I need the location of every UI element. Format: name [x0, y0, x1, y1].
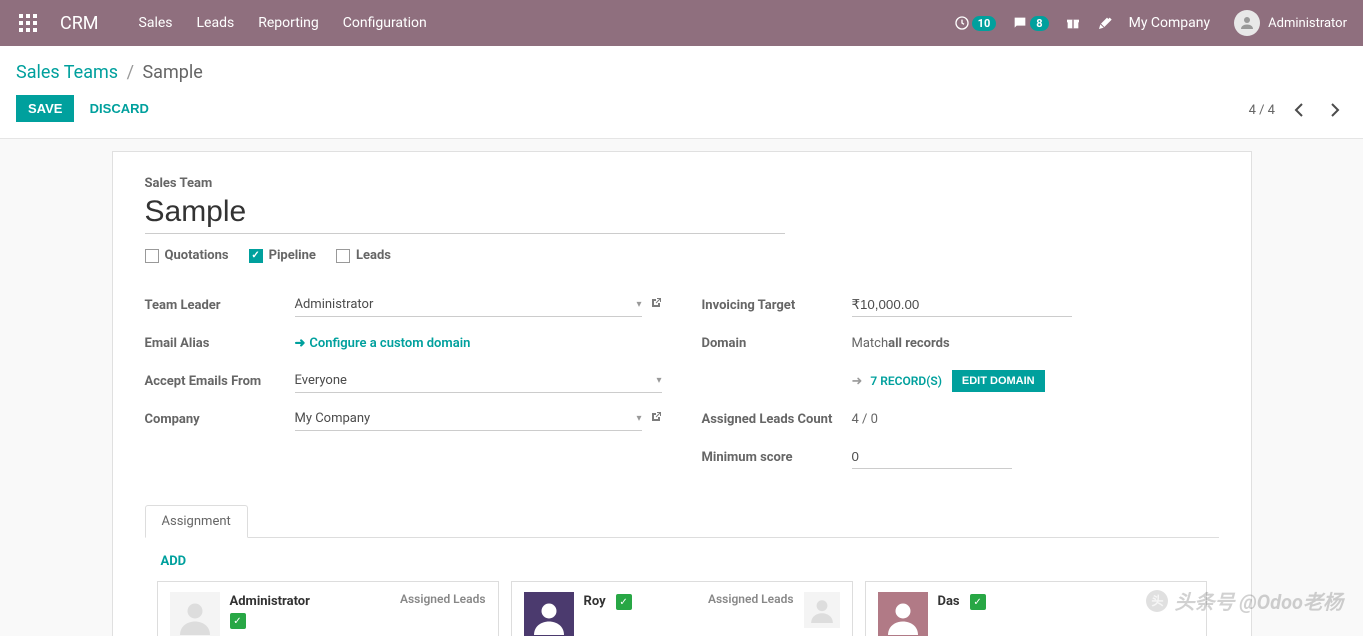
breadcrumb-current: Sample [142, 62, 202, 83]
activities-badge: 10 [972, 16, 997, 31]
breadcrumb: Sales Teams / Sample [16, 62, 203, 83]
breadcrumb-sep: / [127, 62, 134, 83]
caret-down-icon: ▾ [636, 413, 641, 424]
form-sheet: Sales Team Quotations ✓Pipeline Leads Te… [112, 151, 1252, 636]
email-alias-label: Email Alias [145, 336, 295, 351]
messages-badge: 8 [1030, 16, 1048, 31]
options-row: Quotations ✓Pipeline Leads [145, 248, 1219, 263]
user-menu[interactable]: Administrator [1234, 10, 1347, 36]
left-column: Team Leader Administrator▾ Email Alias ➜… [145, 291, 662, 481]
assigned-leads-label: Assigned Leads [708, 592, 794, 606]
pager-next[interactable] [1323, 98, 1347, 122]
member-card[interactable]: Administrator ✓ Assigned Leads [157, 581, 499, 636]
min-score-label: Minimum score [702, 450, 852, 465]
check-icon: ✓ [970, 594, 986, 610]
external-link-icon[interactable] [650, 297, 662, 313]
check-icon: ✓ [230, 613, 246, 629]
topbar-right: 10 8 My Company Administrator [954, 10, 1347, 36]
add-member-button[interactable]: ADD [161, 554, 187, 569]
invoicing-target-label: Invoicing Target [702, 298, 852, 313]
arrow-right-icon: ➜ [852, 374, 863, 389]
nav-leads[interactable]: Leads [197, 15, 235, 31]
team-leader-label: Team Leader [145, 298, 295, 313]
assigned-leads-label: Assigned Leads Count [702, 412, 852, 427]
edit-domain-button[interactable]: EDIT DOMAIN [952, 370, 1045, 392]
company-switcher[interactable]: My Company [1129, 15, 1211, 31]
member-card[interactable]: Das ✓ [865, 581, 1207, 636]
leads-checkbox[interactable]: Leads [336, 248, 391, 263]
pager-label[interactable]: 4 / 4 [1249, 103, 1275, 118]
avatar-icon [524, 592, 574, 636]
discard-button[interactable]: DISCARD [78, 95, 161, 122]
messages-button[interactable]: 8 [1012, 15, 1048, 31]
accept-emails-select[interactable]: Everyone▾ [295, 369, 662, 393]
member-name: Roy [584, 594, 606, 609]
assigned-leads-value: 4 / 0 [852, 412, 1219, 427]
main-nav: Sales Leads Reporting Configuration [139, 15, 427, 31]
company-label: Company [145, 412, 295, 427]
form-scroll[interactable]: Sales Team Quotations ✓Pipeline Leads Te… [0, 139, 1363, 636]
apps-menu-button[interactable] [16, 11, 40, 35]
nav-configuration[interactable]: Configuration [343, 15, 427, 31]
configure-domain-link[interactable]: ➜Configure a custom domain [295, 336, 471, 351]
nav-sales[interactable]: Sales [139, 15, 173, 31]
min-score-input[interactable] [852, 445, 1012, 469]
members-row: Administrator ✓ Assigned Leads Roy ✓ Assi… [145, 581, 1219, 636]
breadcrumb-root[interactable]: Sales Teams [16, 62, 118, 83]
check-icon: ✓ [616, 594, 632, 610]
pager-prev[interactable] [1287, 98, 1311, 122]
assigned-leads-label: Assigned Leads [400, 592, 486, 606]
domain-text: Match all records [852, 336, 1219, 351]
gift-icon[interactable] [1065, 15, 1081, 31]
right-column: Invoicing Target Domain Match all record… [702, 291, 1219, 481]
team-leader-select[interactable]: Administrator▾ [295, 293, 642, 317]
avatar-icon [170, 592, 220, 636]
member-card[interactable]: Roy ✓ Assigned Leads [511, 581, 853, 636]
team-name-input[interactable] [145, 191, 785, 234]
nav-reporting[interactable]: Reporting [258, 15, 319, 31]
control-panel: Sales Teams / Sample SAVE DISCARD 4 / 4 [0, 46, 1363, 139]
section-label: Sales Team [145, 176, 1219, 191]
save-button[interactable]: SAVE [16, 95, 74, 122]
invoicing-target-input[interactable] [852, 293, 1072, 317]
pipeline-checkbox[interactable]: ✓Pipeline [249, 248, 316, 263]
records-link[interactable]: 7 RECORD(S) [870, 374, 942, 388]
company-select[interactable]: My Company▾ [295, 407, 642, 431]
member-name: Administrator [230, 594, 310, 609]
caret-down-icon: ▾ [636, 299, 641, 310]
debug-icon[interactable] [1097, 15, 1113, 31]
domain-label: Domain [702, 336, 852, 351]
member-name: Das [938, 594, 960, 609]
tabs: Assignment [145, 505, 1219, 538]
avatar-icon [804, 592, 840, 628]
user-name: Administrator [1268, 16, 1347, 31]
avatar-icon [878, 592, 928, 636]
topbar: CRM Sales Leads Reporting Configuration … [0, 0, 1363, 46]
quotations-checkbox[interactable]: Quotations [145, 248, 229, 263]
accept-emails-label: Accept Emails From [145, 374, 295, 389]
external-link-icon[interactable] [650, 411, 662, 427]
tab-assignment[interactable]: Assignment [145, 505, 248, 538]
arrow-right-icon: ➜ [295, 336, 306, 351]
user-avatar-icon [1234, 10, 1260, 36]
activities-button[interactable]: 10 [954, 15, 997, 31]
caret-down-icon: ▾ [656, 375, 661, 386]
app-brand[interactable]: CRM [60, 13, 99, 34]
